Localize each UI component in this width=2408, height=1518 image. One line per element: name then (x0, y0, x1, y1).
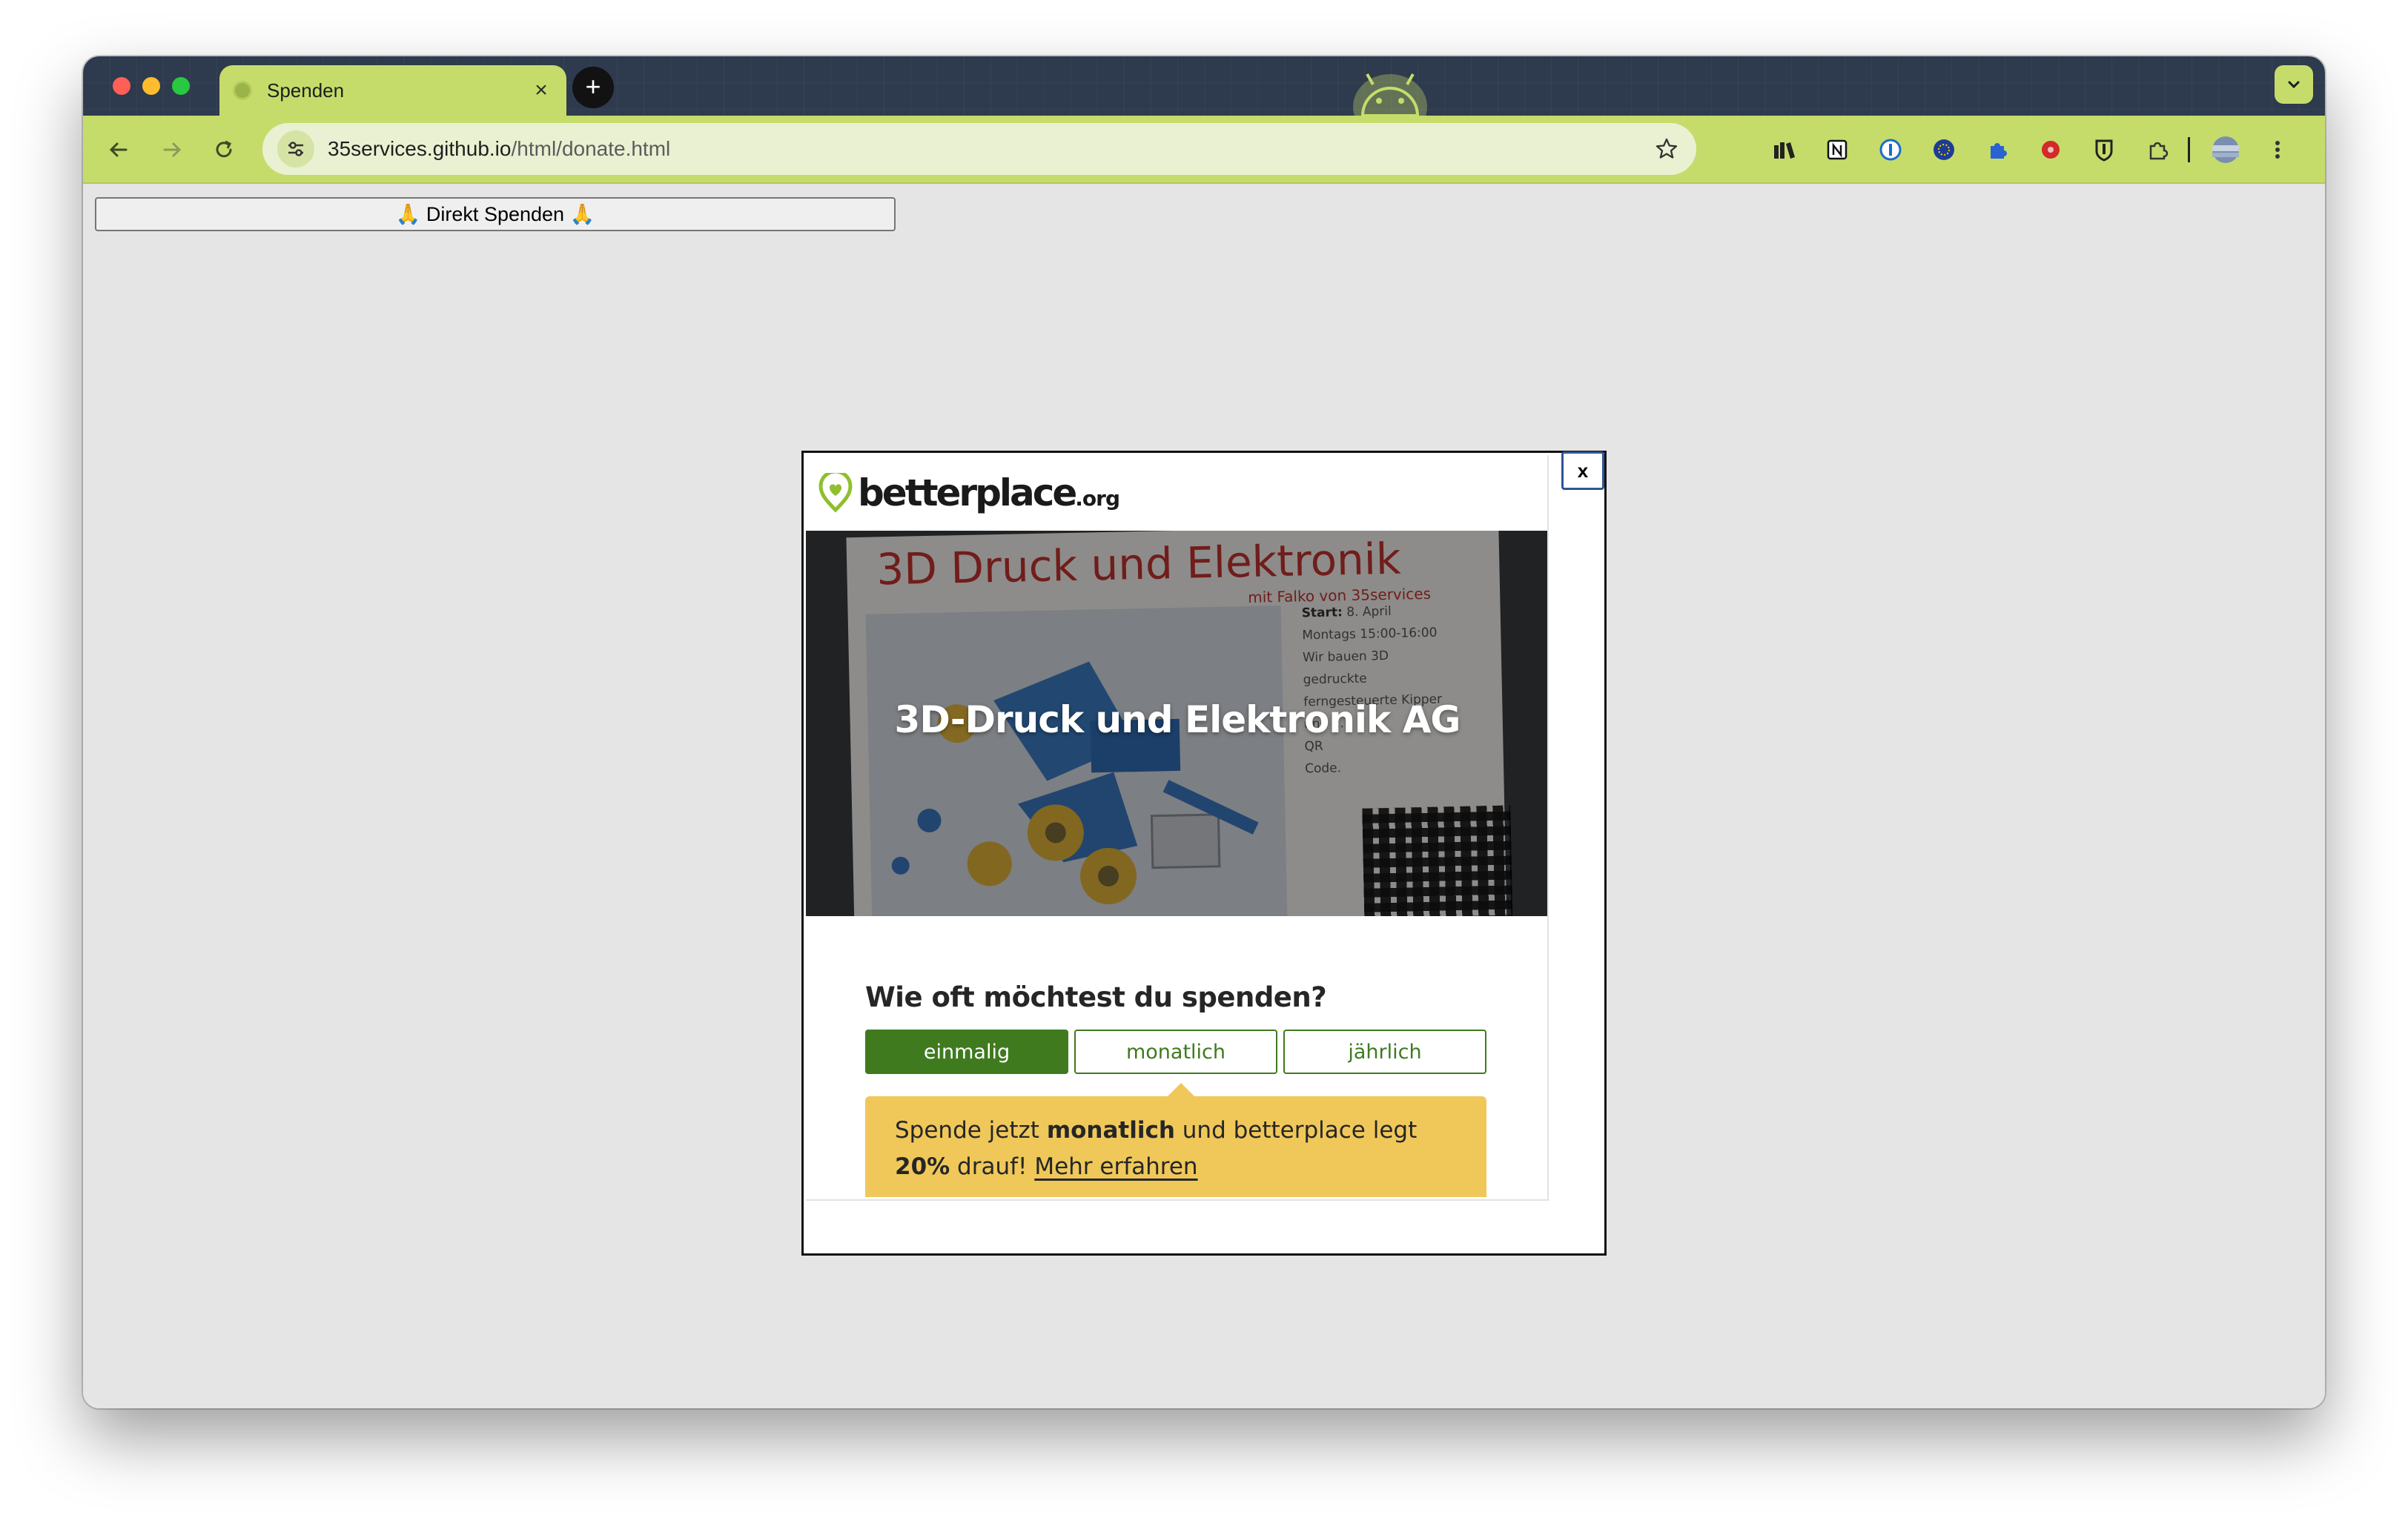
frequency-monthly-button[interactable]: monatlich (1074, 1030, 1277, 1074)
betterplace-widget: betterplace .org 3D Druck und Elektronik… (806, 455, 1549, 1201)
learn-more-link[interactable]: Mehr erfahren (1034, 1153, 1197, 1180)
tab-spenden[interactable]: Spenden × (219, 65, 566, 116)
donation-modal: betterplace .org 3D Druck und Elektronik… (801, 451, 1607, 1256)
site-settings-button[interactable] (277, 130, 314, 168)
more-vertical-icon (2275, 141, 2280, 159)
close-window-button[interactable] (113, 77, 130, 95)
browser-toolbar: 35services.github.io/html/donate.html (83, 116, 2325, 184)
promo-bold-percent: 20% (895, 1153, 950, 1180)
extensions-puzzle-icon (2149, 142, 2169, 160)
arrow-left-icon (109, 142, 128, 157)
new-tab-button[interactable]: + (572, 67, 614, 108)
url-path: /html/donate.html (511, 137, 671, 160)
minimize-window-button[interactable] (142, 77, 160, 95)
toolbar-divider (2181, 132, 2196, 168)
tab-close-button[interactable]: × (529, 79, 553, 102)
bookmark-button[interactable] (1652, 134, 1681, 164)
betterplace-logo-icon (818, 473, 853, 513)
modal-close-button[interactable]: x (1561, 451, 1604, 490)
project-hero-image: 3D Druck und Elektronik mit Falko von 35… (806, 531, 1547, 916)
tune-icon (288, 142, 303, 156)
profile-avatar[interactable] (2208, 132, 2243, 168)
frequency-yearly-button[interactable]: jährlich (1283, 1030, 1486, 1074)
promo-pointer (1168, 1083, 1194, 1096)
page-content: 🙏 Direkt Spenden 🙏 betterplace .org 3D D… (83, 185, 2325, 1408)
shield-icon[interactable] (2086, 132, 2122, 168)
maximize-window-button[interactable] (172, 77, 190, 95)
url-text[interactable]: 35services.github.io/html/donate.html (328, 137, 1652, 161)
star-icon (1656, 138, 1678, 159)
promo-text: drauf! (950, 1153, 1035, 1180)
extensions-menu-button[interactable] (2140, 132, 2175, 168)
tab-title: Spenden (267, 79, 345, 102)
frequency-once-button[interactable]: einmalig (865, 1030, 1068, 1074)
promo-bold-monthly: monatlich (1046, 1117, 1175, 1144)
reload-icon (216, 140, 232, 158)
eu-extension-icon[interactable] (1926, 132, 1962, 168)
monthly-promo-banner: Spende jetzt monatlich und betterplace l… (865, 1096, 1486, 1197)
address-bar[interactable]: 35services.github.io/html/donate.html (262, 123, 1696, 175)
record-extension-icon[interactable] (2033, 132, 2068, 168)
promo-text: und betterplace legt (1174, 1117, 1418, 1144)
betterplace-header: betterplace .org (806, 455, 1547, 531)
extension-library-icon[interactable] (1767, 132, 1803, 168)
arrow-right-icon (163, 142, 182, 157)
url-host: 35services.github.io (328, 137, 512, 160)
donation-form: Wie oft möchtest du spenden? einmalig mo… (806, 916, 1547, 1197)
chevron-down-icon (2288, 81, 2300, 89)
promo-text: Spende jetzt (895, 1117, 1047, 1144)
betterplace-logo-suffix: .org (1075, 485, 1120, 511)
android-mascot-icon (1353, 73, 1427, 116)
frequency-selector: einmalig monatlich jährlich (865, 1030, 1488, 1074)
reload-button[interactable] (205, 130, 243, 169)
promo-pointer-area (865, 1074, 1488, 1096)
back-button[interactable] (99, 130, 138, 169)
globe-icon (233, 81, 252, 100)
forward-button[interactable] (153, 130, 191, 169)
puzzle-piece-icon[interactable] (1979, 132, 2015, 168)
frequency-question: Wie oft möchtest du spenden? (865, 981, 1327, 1013)
tab-strip: Spenden × + (83, 56, 2325, 116)
direct-donate-button[interactable]: 🙏 Direkt Spenden 🙏 (95, 197, 896, 231)
browser-window: Spenden × + 35services.github.io/html/do… (83, 56, 2325, 1408)
browser-menu-button[interactable] (2260, 132, 2295, 168)
project-title: 3D-Druck und Elektronik AG (894, 698, 1461, 741)
password-manager-icon[interactable] (1873, 132, 1908, 168)
betterplace-logo-text: betterplace (858, 471, 1077, 514)
tab-search-button[interactable] (2275, 65, 2313, 104)
notion-icon[interactable] (1819, 132, 1855, 168)
